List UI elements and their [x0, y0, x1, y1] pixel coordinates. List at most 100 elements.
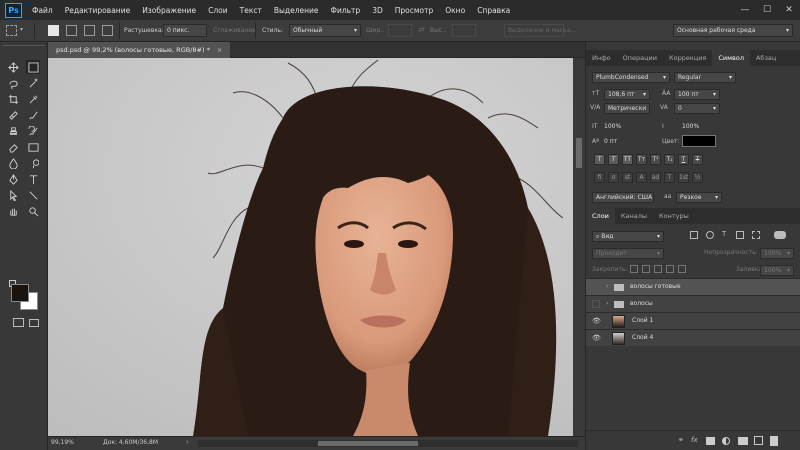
text-style-button[interactable]: Tт: [636, 154, 647, 165]
workspace-select[interactable]: Основная рабочая среда: [673, 24, 793, 37]
filter-type-icon[interactable]: T: [722, 230, 726, 238]
lasso-tool-icon[interactable]: [6, 76, 20, 90]
crop-tool-icon[interactable]: [6, 92, 20, 106]
filter-shape-icon[interactable]: [736, 231, 744, 239]
tab-adjustments[interactable]: Коррекция: [663, 50, 712, 66]
healing-tool-icon[interactable]: [6, 108, 20, 122]
new-selection-icon[interactable]: [48, 25, 59, 36]
swap-icon[interactable]: ⇄: [418, 25, 425, 34]
layer-filter-select[interactable]: ⌕ Вид: [592, 231, 664, 242]
scroll-thumb[interactable]: [576, 138, 582, 168]
layer-row[interactable]: › волосы готовые: [586, 278, 800, 295]
fill-input[interactable]: 100%: [760, 265, 794, 276]
filter-pixel-icon[interactable]: [690, 231, 698, 239]
eye-icon[interactable]: 👁: [592, 334, 602, 342]
font-family-select[interactable]: PlumbCondensed: [592, 72, 670, 83]
menu-image[interactable]: Изображение: [142, 6, 196, 15]
menu-help[interactable]: Справка: [477, 6, 510, 15]
add-mask-icon[interactable]: [706, 437, 715, 445]
minimize-button[interactable]: —: [734, 5, 756, 15]
magic-wand-tool-icon[interactable]: [26, 76, 40, 90]
opentype-button[interactable]: ½: [692, 172, 703, 183]
menu-layers[interactable]: Слои: [208, 6, 228, 15]
gradient-tool-icon[interactable]: [26, 140, 40, 154]
link-layers-icon[interactable]: ⚭: [678, 436, 684, 444]
move-tool-icon[interactable]: [6, 60, 20, 74]
width-input[interactable]: [388, 24, 412, 37]
menu-window[interactable]: Окно: [445, 6, 465, 15]
close-button[interactable]: ✕: [778, 5, 800, 15]
menu-type[interactable]: Текст: [240, 6, 262, 15]
zoom-tool-icon[interactable]: [26, 204, 40, 218]
marquee-preset-icon[interactable]: [6, 25, 17, 36]
filter-adjustment-icon[interactable]: [706, 231, 714, 239]
text-style-button[interactable]: T: [678, 154, 689, 165]
opentype-button[interactable]: A: [636, 172, 647, 183]
font-style-select[interactable]: Regular: [674, 72, 736, 83]
history-brush-tool-icon[interactable]: [26, 124, 40, 138]
style-select[interactable]: Обычный: [289, 24, 361, 37]
brush-tool-icon[interactable]: [26, 108, 40, 122]
opentype-button[interactable]: fi: [594, 172, 605, 183]
tab-history[interactable]: Операции: [617, 50, 663, 66]
close-tab-icon[interactable]: ×: [217, 46, 222, 54]
lock-position-icon[interactable]: [654, 265, 662, 273]
menu-filter[interactable]: Фильтр: [331, 6, 361, 15]
tracking-input[interactable]: 0: [674, 103, 720, 114]
blur-tool-icon[interactable]: [6, 156, 20, 170]
maximize-button[interactable]: ☐: [756, 5, 778, 15]
menu-3d[interactable]: 3D: [372, 6, 383, 15]
subtract-selection-icon[interactable]: [84, 25, 95, 36]
layer-row[interactable]: 👁 Слой 4: [586, 329, 800, 346]
layer-row[interactable]: 👁 Слой 1: [586, 312, 800, 329]
screen-mode-icon[interactable]: [29, 319, 39, 327]
horizontal-scrollbar[interactable]: [198, 440, 578, 447]
opentype-button[interactable]: ad: [650, 172, 661, 183]
tab-layers[interactable]: Слои: [586, 208, 615, 224]
filter-toggle[interactable]: [774, 231, 786, 239]
text-style-button[interactable]: T: [608, 154, 619, 165]
opacity-input[interactable]: 100%: [760, 248, 794, 259]
chevron-right-icon[interactable]: ›: [606, 300, 608, 307]
hand-tool-icon[interactable]: [6, 204, 20, 218]
kerning-select[interactable]: Метрически: [604, 103, 650, 114]
height-input[interactable]: [452, 24, 476, 37]
antialias-select[interactable]: Резкое: [676, 192, 722, 203]
opentype-button[interactable]: st: [622, 172, 633, 183]
tab-channels[interactable]: Каналы: [615, 208, 653, 224]
folder-icon[interactable]: [738, 437, 748, 445]
opentype-button[interactable]: 1st: [678, 172, 689, 183]
lock-all-icon[interactable]: [678, 265, 686, 273]
font-size-input[interactable]: 108,6 пт: [604, 89, 650, 100]
add-selection-icon[interactable]: [66, 25, 77, 36]
toolbar-handle[interactable]: [3, 45, 45, 50]
layer-row[interactable]: › волосы: [586, 295, 800, 312]
eraser-tool-icon[interactable]: [6, 140, 20, 154]
new-layer-icon[interactable]: [754, 436, 763, 445]
text-style-button[interactable]: T₁: [664, 154, 675, 165]
menu-edit[interactable]: Редактирование: [65, 6, 130, 15]
filter-smart-icon[interactable]: [752, 231, 760, 239]
leading-input[interactable]: 100 пт: [674, 89, 720, 100]
eye-icon[interactable]: 👁: [592, 317, 602, 325]
lock-artboard-icon[interactable]: [666, 265, 674, 273]
horizontal-scale-input[interactable]: 100%: [682, 122, 716, 133]
scroll-thumb[interactable]: [318, 441, 418, 446]
fx-icon[interactable]: fx: [691, 436, 698, 444]
tab-paragraph[interactable]: Абзац: [750, 50, 782, 66]
pen-tool-icon[interactable]: [6, 172, 20, 186]
lock-transparent-icon[interactable]: [630, 265, 638, 273]
chevron-right-icon[interactable]: ›: [606, 283, 608, 290]
vertical-scale-input[interactable]: 100%: [604, 122, 638, 133]
vertical-scrollbar[interactable]: [573, 58, 585, 436]
lock-pixels-icon[interactable]: [642, 265, 650, 273]
marquee-tool-icon[interactable]: [26, 60, 40, 74]
dodge-tool-icon[interactable]: [26, 156, 40, 170]
path-select-tool-icon[interactable]: [6, 188, 20, 202]
quick-mask-icon[interactable]: [13, 318, 24, 327]
eyedropper-tool-icon[interactable]: [26, 92, 40, 106]
visibility-toggle[interactable]: [592, 300, 600, 308]
foreground-color-swatch[interactable]: [11, 284, 29, 302]
trash-icon[interactable]: [770, 436, 778, 446]
canvas[interactable]: [48, 58, 573, 436]
